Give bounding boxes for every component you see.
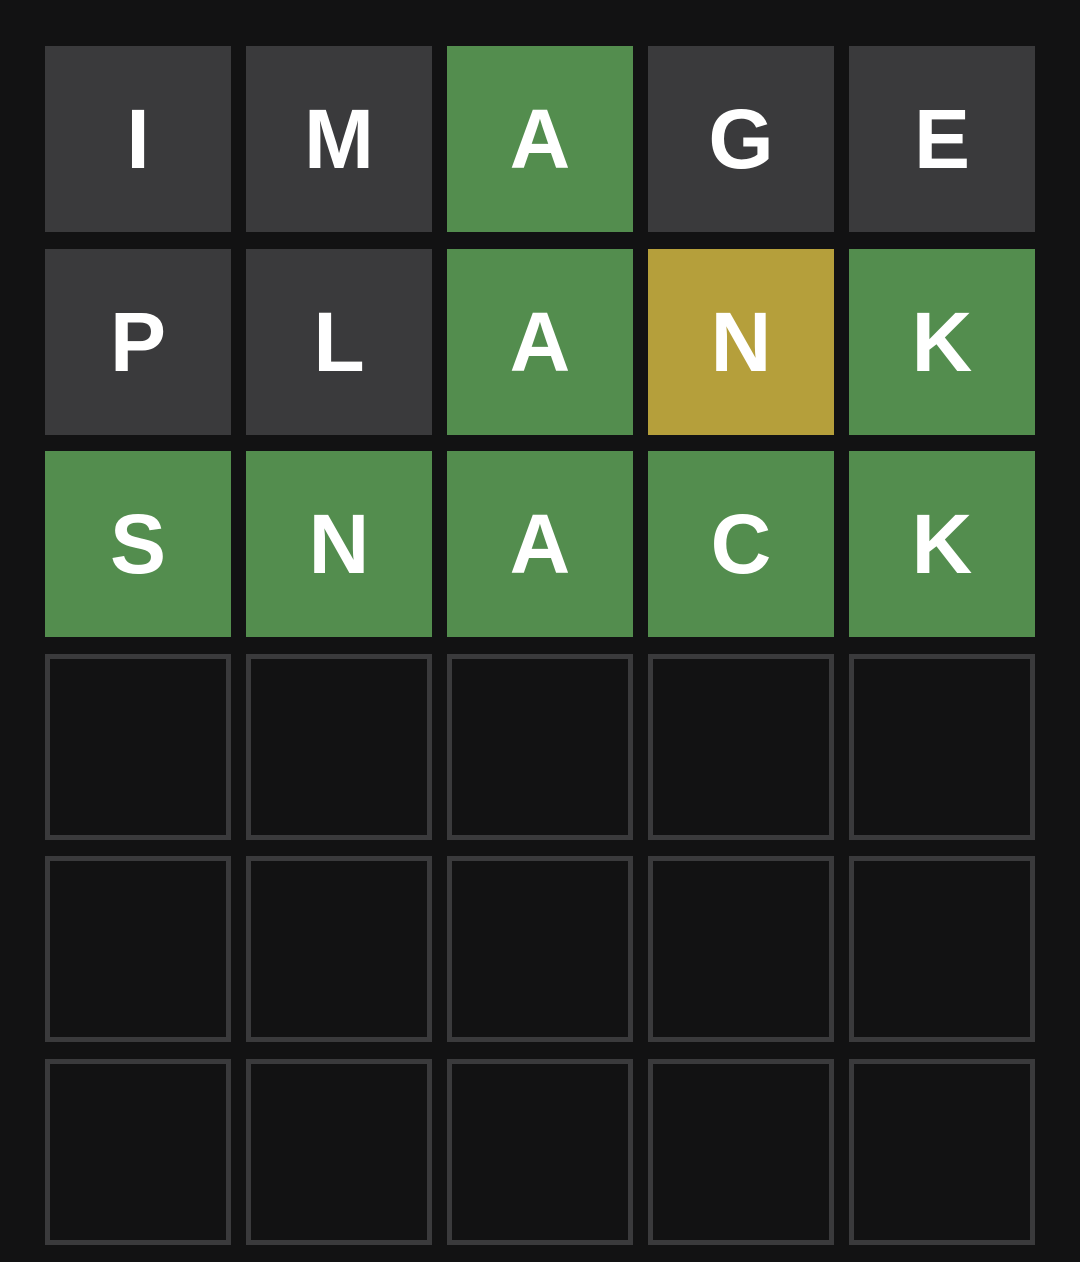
tile-empty [246, 1058, 432, 1245]
tile-empty [246, 856, 432, 1042]
tile-absent: E [849, 46, 1035, 232]
tile-empty [447, 856, 633, 1042]
tile-empty [849, 653, 1035, 840]
tile-correct: S [45, 451, 231, 637]
tile-correct: A [447, 451, 633, 637]
tile-absent: M [246, 46, 432, 232]
tile-correct: K [849, 248, 1035, 435]
tile-absent: I [45, 46, 231, 232]
tile-absent: G [648, 46, 834, 232]
tile-absent: P [45, 248, 231, 435]
tile-empty [648, 1058, 834, 1245]
tile-empty [45, 653, 231, 840]
tile-empty [447, 653, 633, 840]
game-board: I M A G E P L A N K S N A C K [45, 46, 1035, 1245]
tile-empty [246, 653, 432, 840]
tile-correct: A [447, 46, 633, 232]
tile-empty [45, 1058, 231, 1245]
tile-correct: A [447, 248, 633, 435]
tile-empty [849, 856, 1035, 1042]
tile-empty [447, 1058, 633, 1245]
tile-empty [648, 856, 834, 1042]
tile-empty [45, 856, 231, 1042]
tile-empty [648, 653, 834, 840]
tile-empty [849, 1058, 1035, 1245]
tile-correct: N [246, 451, 432, 637]
tile-absent: L [246, 248, 432, 435]
tile-correct: K [849, 451, 1035, 637]
tile-correct: C [648, 451, 834, 637]
tile-present: N [648, 248, 834, 435]
